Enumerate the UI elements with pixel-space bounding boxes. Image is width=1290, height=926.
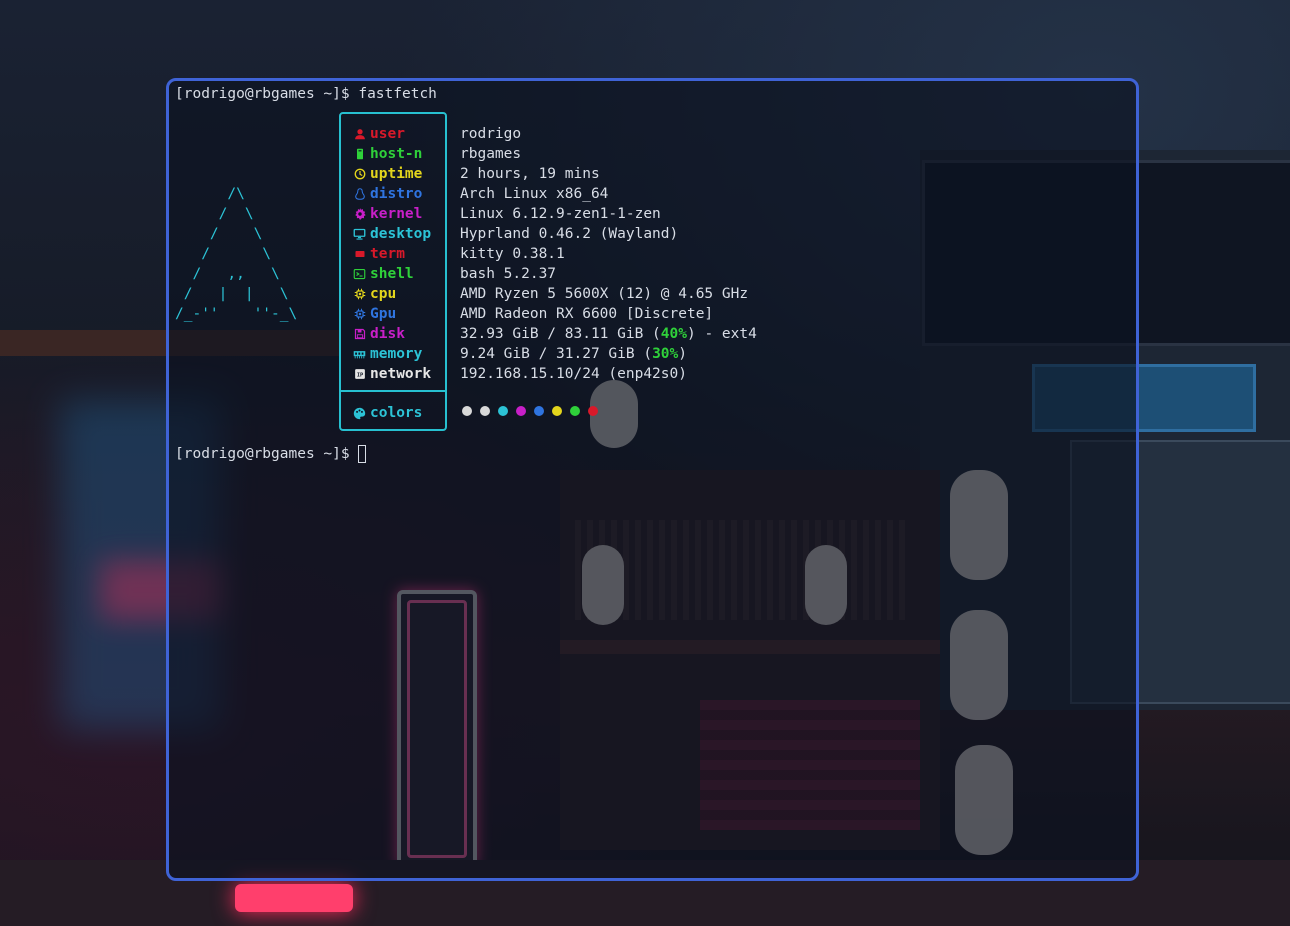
info-key-distro: distro — [353, 184, 422, 204]
info-key-label: network — [370, 366, 432, 382]
info-key-label: kernel — [370, 206, 423, 222]
info-key-label: memory — [370, 346, 423, 362]
info-key-desktop: desktop — [353, 224, 431, 244]
info-value-user: rodrigo — [460, 126, 522, 142]
memory-stick-icon — [353, 348, 366, 361]
user-icon — [353, 128, 366, 141]
info-key-uptime: uptime — [353, 164, 422, 184]
info-key-disk: disk — [353, 324, 405, 344]
command-text: fastfetch — [358, 86, 437, 102]
prompt: [rodrigo@rbgames ~]$ — [175, 86, 350, 102]
info-key-network: IP network — [353, 364, 431, 384]
info-key-label: distro — [370, 186, 423, 202]
info-key-label: cpu — [370, 286, 397, 302]
info-value-cpu: AMD Ryzen 5 5600X (12) @ 4.65 GHz — [460, 286, 749, 302]
info-key-label: host-n — [370, 146, 423, 162]
info-value-network: 192.168.15.10/24 (enp42s0) — [460, 366, 687, 382]
info-value-kernel: Linux 6.12.9-zen1-1-zen — [460, 206, 661, 222]
info-key-host-n: host-n — [353, 144, 422, 164]
info-key-label: shell — [370, 266, 414, 282]
command-line: [rodrigo@rbgames ~]$ fastfetch — [175, 84, 437, 104]
text-cursor — [357, 445, 366, 463]
palette-swatch — [462, 406, 472, 416]
info-value-distro: Arch Linux x86_64 — [460, 186, 609, 202]
info-key-label: Gpu — [370, 306, 397, 322]
linux-penguin-icon — [353, 188, 366, 201]
keys-divider — [339, 390, 447, 392]
info-value-shell: bash 5.2.37 — [460, 266, 557, 282]
info-key-memory: memory — [353, 344, 422, 364]
info-key-colors: colors — [353, 403, 422, 423]
monitor-icon — [353, 228, 366, 241]
terminal-square-icon — [353, 248, 366, 261]
palette-swatch — [570, 406, 580, 416]
info-key-label: term — [370, 246, 405, 262]
info-key-cpu: cpu — [353, 284, 396, 304]
value-text: ) — [678, 346, 687, 362]
clock-icon — [353, 168, 366, 181]
value-text: 32.93 GiB / 83.11 GiB ( — [460, 326, 661, 342]
info-value-term: kitty 0.38.1 — [460, 246, 565, 262]
color-palette — [462, 406, 598, 416]
info-key-user: user — [353, 124, 405, 144]
wallpaper-neon-light — [235, 884, 353, 912]
info-value-desktop: Hyprland 0.46.2 (Wayland) — [460, 226, 679, 242]
usage-percentage: 40% — [660, 326, 687, 342]
info-key-label: disk — [370, 326, 405, 342]
info-value-uptime: 2 hours, 19 mins — [460, 166, 600, 182]
palette-icon — [353, 407, 366, 420]
info-value-host-n: rbgames — [460, 146, 522, 162]
info-value-disk: 32.93 GiB / 83.11 GiB (40%) - ext4 — [460, 324, 757, 344]
shell-prompt-icon — [353, 268, 366, 281]
info-value-gpu: AMD Radeon RX 6600 [Discrete] — [460, 306, 714, 322]
arch-ascii-logo: /\ / \ / \ / \ / ,, \ / | | \ /_-'' ''-_… — [175, 186, 298, 322]
palette-swatch — [516, 406, 526, 416]
info-key-kernel: kernel — [353, 204, 422, 224]
device-icon — [353, 148, 366, 161]
cpu-chip-icon — [353, 288, 366, 301]
network-ip-icon: IP — [353, 368, 366, 381]
info-key-label: desktop — [370, 226, 432, 242]
info-key-shell: shell — [353, 264, 414, 284]
active-prompt-line[interactable]: [rodrigo@rbgames ~]$ — [175, 444, 366, 464]
prompt: [rodrigo@rbgames ~]$ — [175, 446, 350, 462]
info-key-label: user — [370, 126, 405, 142]
info-key-label: colors — [370, 405, 423, 421]
palette-swatch — [588, 406, 598, 416]
palette-swatch — [534, 406, 544, 416]
value-text: 9.24 GiB / 31.27 GiB ( — [460, 346, 653, 362]
floppy-disk-icon — [353, 328, 366, 341]
palette-swatch — [480, 406, 490, 416]
gear-icon — [353, 208, 366, 221]
usage-percentage: 30% — [652, 346, 679, 362]
info-key-term: term — [353, 244, 405, 264]
palette-swatch — [552, 406, 562, 416]
palette-swatch — [498, 406, 508, 416]
terminal-window[interactable]: [rodrigo@rbgames ~]$ fastfetch /\ / \ / … — [166, 78, 1139, 881]
gpu-chip-icon — [353, 308, 366, 321]
value-text: ) - ext4 — [687, 326, 757, 342]
svg-text:IP: IP — [356, 372, 362, 378]
info-key-gpu: Gpu — [353, 304, 396, 324]
info-key-label: uptime — [370, 166, 423, 182]
info-value-memory: 9.24 GiB / 31.27 GiB (30%) — [460, 344, 687, 364]
